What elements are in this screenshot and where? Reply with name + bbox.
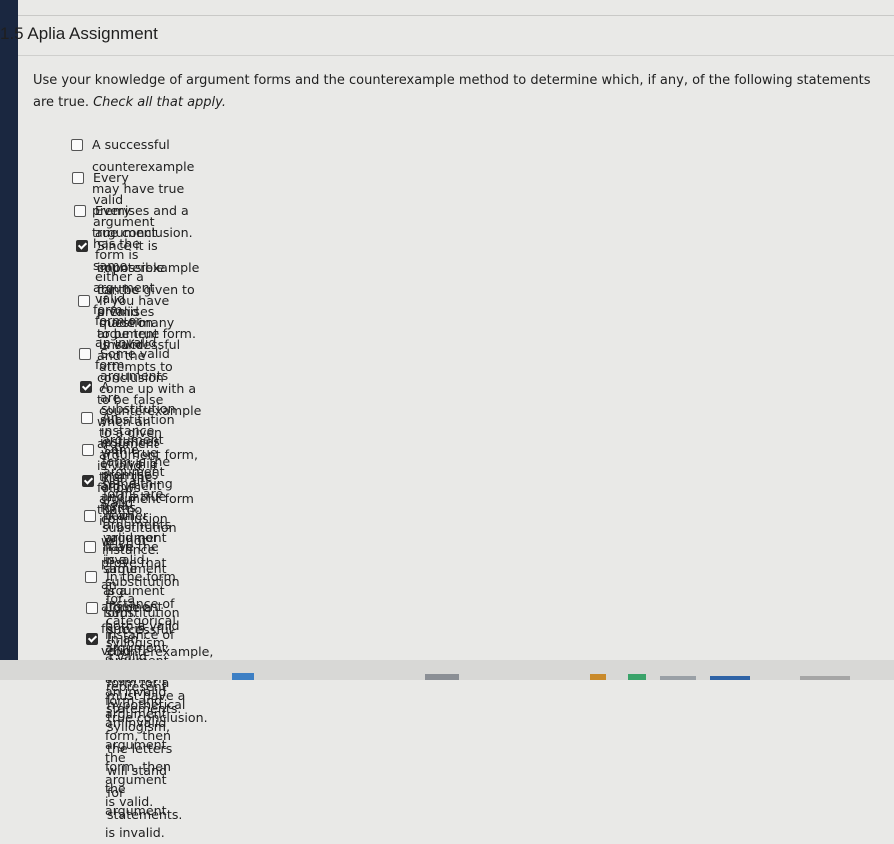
taskbar-status-icon xyxy=(800,676,850,680)
left-sidebar-bar xyxy=(0,0,18,660)
checkbox[interactable] xyxy=(84,510,96,522)
checkbox[interactable] xyxy=(71,139,83,151)
assignment-title: 1.5 Aplia Assignment xyxy=(0,24,158,43)
top-divider xyxy=(18,15,894,16)
checkbox[interactable] xyxy=(74,205,86,217)
checkbox[interactable] xyxy=(81,412,93,424)
taskbar-orange-icon[interactable] xyxy=(590,674,606,680)
taskbar-gray-bar-icon[interactable] xyxy=(660,676,696,680)
instructions-emphasis: Check all that apply. xyxy=(93,95,226,110)
taskbar-green-icon[interactable] xyxy=(628,674,646,680)
checkbox[interactable] xyxy=(86,602,98,614)
checkbox[interactable] xyxy=(78,295,90,307)
taskbar-blue-icon[interactable] xyxy=(232,673,254,680)
taskbar-gray-icon[interactable] xyxy=(425,674,459,680)
checkbox-checked[interactable] xyxy=(76,240,88,252)
checkbox[interactable] xyxy=(72,172,84,184)
checkbox[interactable] xyxy=(82,444,94,456)
title-divider xyxy=(18,55,894,56)
taskbar-blue-bar-icon[interactable] xyxy=(710,676,750,680)
checkbox[interactable] xyxy=(79,348,91,360)
checkbox[interactable] xyxy=(84,541,96,553)
checkbox-checked[interactable] xyxy=(80,381,92,393)
option-label: In an argument form for a hypothetical s… xyxy=(107,631,186,822)
question-instructions: Use your knowledge of argument forms and… xyxy=(33,70,883,114)
checkbox-checked[interactable] xyxy=(82,475,94,487)
checkbox[interactable] xyxy=(85,571,97,583)
checkbox-checked[interactable] xyxy=(86,633,98,645)
